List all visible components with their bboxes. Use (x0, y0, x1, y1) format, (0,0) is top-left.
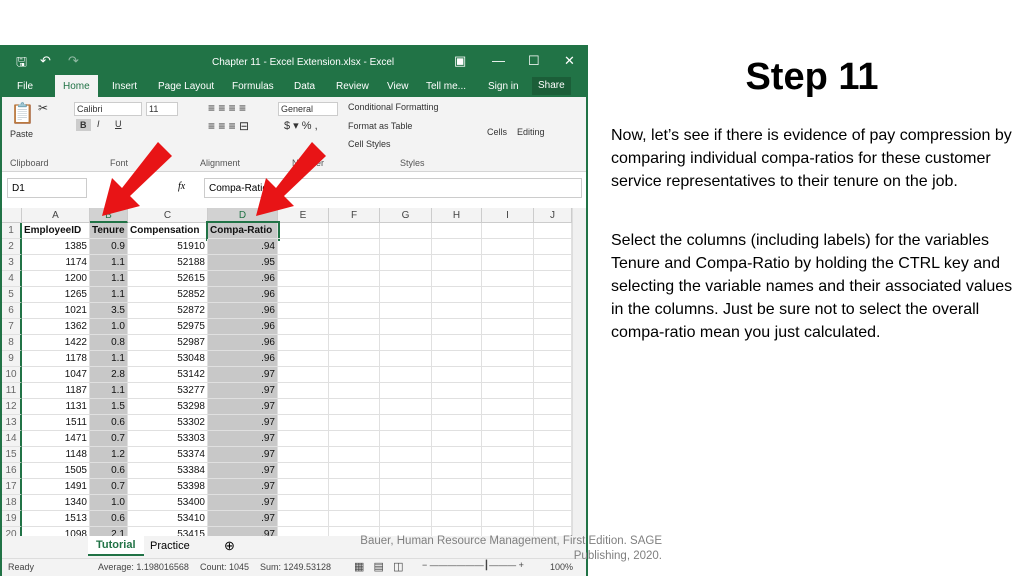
red-arrow-icon (102, 142, 172, 216)
paragraph-intro: Now, let’s see if there is evidence of p… (611, 127, 1012, 190)
slide-title: Step 11 (745, 56, 879, 98)
annotation-arrows (102, 142, 326, 216)
citation: Bauer, Human Resource Management, First … (360, 535, 662, 562)
red-arrow-icon (256, 142, 326, 216)
paragraph-instructions: Select the columns (including labels) fo… (611, 232, 1013, 341)
